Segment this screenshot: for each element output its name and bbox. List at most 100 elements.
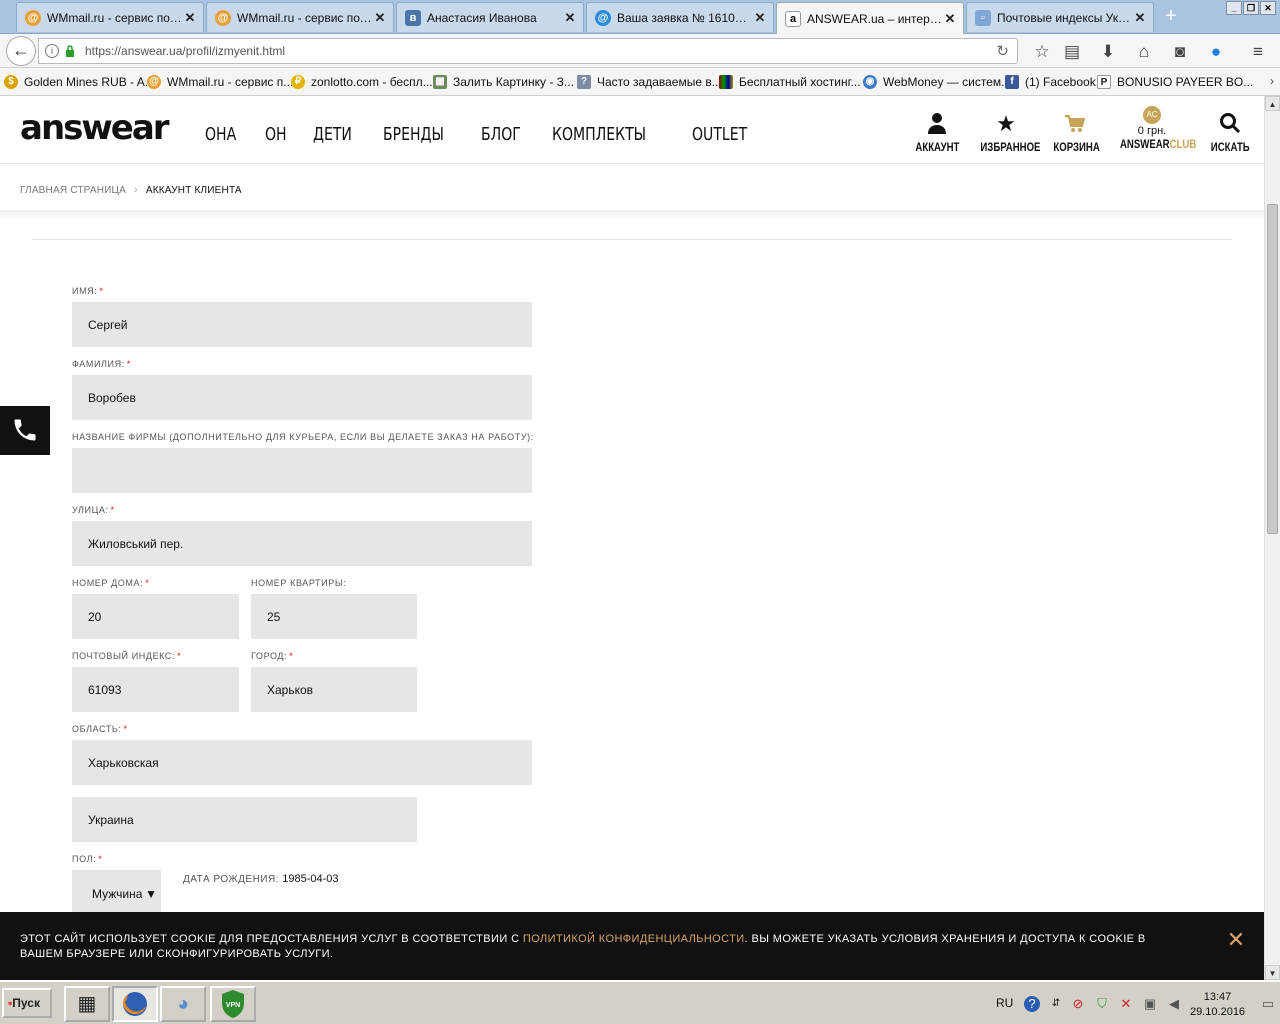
country-field[interactable] [72, 797, 417, 842]
site-logo[interactable]: answear [20, 108, 170, 148]
close-icon[interactable]: ✕ [1133, 10, 1147, 25]
street-field[interactable] [72, 521, 532, 566]
cart-icon [1048, 112, 1102, 140]
browser-tab[interactable]: ▫ Почтовые индексы Укр... ✕ [966, 2, 1154, 32]
url-text[interactable]: https://answear.ua/profil/izmyenit.html [85, 44, 285, 58]
site-header: answear ОНА ОН ДЕТИ БРЕНДЫ БЛОГ КОМПЛЕКТ… [0, 96, 1264, 164]
phone-icon[interactable] [0, 406, 50, 455]
search-button[interactable]: ИСКАТЬ [1206, 112, 1254, 154]
favorites-button[interactable]: ★ ИЗБРАННОЕ [974, 112, 1040, 155]
club-button[interactable]: AC 0 грн. ANSWEARCLUB [1112, 106, 1196, 151]
browser-tab[interactable]: @ WMmail.ru - сервис почт... ✕ [206, 2, 394, 32]
volume-icon[interactable]: ◀ [1166, 996, 1182, 1012]
city-field[interactable] [251, 667, 417, 712]
header-shadow [0, 210, 1264, 218]
cart-label: КОРЗИНА [1053, 140, 1100, 154]
antivirus-icon[interactable]: ⊘ [1070, 996, 1086, 1012]
bookmark-item[interactable]: ? Часто задаваемые в... [577, 74, 722, 90]
network-error-icon[interactable]: ✕ [1118, 996, 1134, 1012]
download-icon[interactable]: ⬇ [1098, 42, 1118, 62]
gender-select[interactable]: Мужчина ▼ [72, 870, 161, 918]
back-button[interactable]: ← [6, 36, 36, 66]
account-button[interactable]: АККАУНТ [910, 112, 964, 154]
tab-title: WMmail.ru - сервис почт... [237, 10, 373, 25]
scroll-up-icon[interactable]: ▲ [1265, 96, 1280, 111]
close-icon[interactable]: ✕ [563, 10, 577, 25]
start-button[interactable]: ▪Пуск [2, 988, 52, 1018]
first-name-field[interactable] [72, 302, 532, 347]
bookmark-item[interactable]: @ WMmail.ru - сервис п... [147, 74, 293, 90]
cart-button[interactable]: КОРЗИНА [1048, 112, 1102, 154]
nav-item-blog[interactable]: БЛОГ [481, 124, 521, 145]
address-bar[interactable]: i https://answear.ua/profil/izmyenit.htm… [38, 38, 1018, 64]
nav-item-outlet[interactable]: OUTLET [692, 124, 747, 145]
language-indicator[interactable]: RU [996, 996, 1013, 1010]
company-field[interactable] [72, 448, 532, 493]
taskbar-app-firefox[interactable] [112, 986, 158, 1022]
region-field[interactable] [72, 740, 532, 785]
tab-title: Анастасия Иванова [427, 10, 537, 25]
browser-tab[interactable]: @ WMmail.ru - сервис почт... ✕ [16, 2, 204, 32]
breadcrumb-home[interactable]: ГЛАВНАЯ СТРАНИЦА [20, 185, 126, 196]
tray-expand-icon[interactable]: ⇵ [1048, 996, 1064, 1012]
bookmark-star-icon[interactable]: ☆ [1032, 42, 1052, 62]
page-scrollbar[interactable]: ▲ ▼ [1264, 96, 1280, 980]
browser-tab-active[interactable]: a ANSWEAR.ua – интерне... ✕ [776, 2, 964, 34]
privacy-policy-link[interactable]: политикой конфиденциальности [523, 933, 745, 945]
webmoney-icon: ◉ [863, 75, 877, 89]
hosting-icon [719, 75, 733, 89]
required-mark: * [99, 286, 104, 296]
club-balance: 0 грн. [1137, 125, 1167, 137]
new-tab-button[interactable]: + [1160, 6, 1182, 28]
apartment-number-field[interactable] [251, 594, 417, 639]
bookmarks-overflow-icon[interactable]: › [1270, 74, 1274, 88]
scroll-down-icon[interactable]: ▼ [1265, 965, 1280, 980]
info-icon[interactable]: i [45, 44, 59, 58]
bookmark-item[interactable]: ▦ Залить Картинку - З... [433, 74, 574, 90]
required-mark: * [289, 651, 294, 661]
taskbar-app-paint[interactable]: ◕ [160, 986, 206, 1022]
bookmark-item[interactable]: f (1) Facebook [1005, 74, 1096, 90]
reload-icon[interactable]: ↻ [996, 42, 1009, 60]
vk-icon: в [405, 9, 421, 26]
restore-icon[interactable]: ❐ [1243, 1, 1259, 15]
bookmark-item[interactable]: ₽ zonlotto.com - беспл... [291, 74, 433, 90]
bookmark-item[interactable]: ◉ WebMoney — систем... [863, 74, 1011, 90]
show-desktop-icon[interactable]: ▭ [1260, 996, 1276, 1012]
close-icon[interactable]: ✕ [753, 10, 767, 25]
account-label: АККАУНТ [915, 140, 960, 154]
close-icon[interactable]: ✕ [943, 11, 957, 26]
postcode-field[interactable] [72, 667, 239, 712]
last-name-field[interactable] [72, 375, 532, 420]
scrollbar-thumb[interactable] [1267, 204, 1278, 534]
nav-item-brands[interactable]: БРЕНДЫ [383, 124, 444, 145]
clock[interactable]: 13:47 29.10.2016 [1190, 990, 1245, 1020]
browser-tab[interactable]: в Анастасия Иванова ✕ [396, 2, 584, 32]
nav-item-he[interactable]: ОН [265, 124, 287, 145]
nav-item-kids[interactable]: ДЕТИ [313, 124, 352, 145]
home-icon[interactable]: ⌂ [1134, 42, 1154, 62]
close-icon[interactable]: ✕ [1224, 928, 1248, 952]
taskbar-app-calculator[interactable]: ▦ [64, 986, 110, 1022]
help-icon[interactable]: ? [1024, 996, 1040, 1012]
minimize-icon[interactable]: _ [1226, 1, 1242, 15]
bookmark-item[interactable]: Бесплатный хостинг... [719, 74, 861, 90]
nav-item-she[interactable]: ОНА [205, 124, 236, 145]
close-icon[interactable]: ✕ [183, 10, 197, 25]
bookmark-item[interactable]: P BONUSIO PAYEER BO... [1097, 74, 1253, 90]
company-label: НАЗВАНИЕ ФИРМЫ (ДОПОЛНИТЕЛЬНО ДЛЯ КУРЬЕР… [72, 432, 534, 442]
pocket-icon[interactable]: ◙ [1170, 42, 1190, 62]
close-icon[interactable]: ✕ [373, 10, 387, 25]
bookmark-item[interactable]: $ Golden Mines RUB - A... [4, 74, 155, 90]
required-mark: * [123, 724, 128, 734]
security-shield-icon[interactable]: ⛉ [1094, 996, 1110, 1012]
network-icon[interactable]: ▣ [1142, 996, 1158, 1012]
menu-icon[interactable]: ≡ [1248, 42, 1268, 62]
taskbar-app-vpn[interactable]: VPN [210, 986, 256, 1022]
sync-icon[interactable]: ● [1206, 42, 1226, 62]
house-number-field[interactable] [72, 594, 239, 639]
window-close-icon[interactable]: ✕ [1260, 1, 1276, 15]
nav-item-sets[interactable]: КОМПЛЕКТЫ [552, 124, 646, 145]
browser-tab[interactable]: @ Ваша заявка № 161029... ✕ [586, 2, 774, 32]
reading-list-icon[interactable]: ▤ [1062, 42, 1082, 62]
